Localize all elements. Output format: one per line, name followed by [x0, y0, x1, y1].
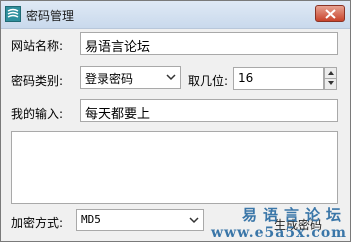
my-input-value: 每天都要上	[85, 107, 151, 122]
close-button[interactable]	[315, 5, 345, 22]
encrypt-method-label: 加密方式:	[11, 216, 64, 230]
chevron-down-icon[interactable]	[189, 215, 199, 225]
digits-input[interactable]: 16	[233, 67, 324, 90]
password-manager-window: 密码管理 网站名称: 易语言论坛 密码类别: 登录密码 取几位: 16 我的输入…	[0, 0, 351, 242]
watermark-line2: www.e5a5x.com	[211, 225, 347, 241]
my-input-label: 我的输入:	[11, 107, 64, 121]
password-category-value: 登录密码	[85, 72, 134, 86]
close-icon	[325, 9, 336, 19]
result-textarea[interactable]	[11, 131, 338, 204]
site-watermark: 易语言论坛 www.e5a5x.com	[211, 204, 347, 241]
spin-down-button[interactable]	[325, 78, 336, 88]
arrow-up-icon	[328, 71, 334, 75]
watermark-line1: 易语言论坛	[241, 206, 347, 224]
chevron-down-icon[interactable]	[166, 72, 176, 82]
digits-value: 16	[238, 71, 254, 85]
my-input-field[interactable]: 每天都要上	[80, 99, 338, 122]
password-category-select[interactable]: 登录密码	[80, 66, 181, 89]
arrow-down-icon	[328, 81, 334, 85]
site-name-value: 易语言论坛	[85, 40, 151, 55]
digits-spinner[interactable]	[324, 67, 337, 90]
encrypt-method-value: MD5	[81, 213, 101, 226]
password-category-label: 密码类别:	[11, 74, 64, 88]
site-name-input[interactable]: 易语言论坛	[80, 32, 338, 55]
app-icon	[5, 6, 21, 22]
encrypt-method-select[interactable]: MD5	[76, 209, 204, 231]
digits-label: 取几位:	[188, 74, 229, 88]
site-name-label: 网站名称:	[11, 39, 64, 53]
window-title: 密码管理	[26, 9, 75, 23]
title-bar: 密码管理	[1, 1, 350, 29]
